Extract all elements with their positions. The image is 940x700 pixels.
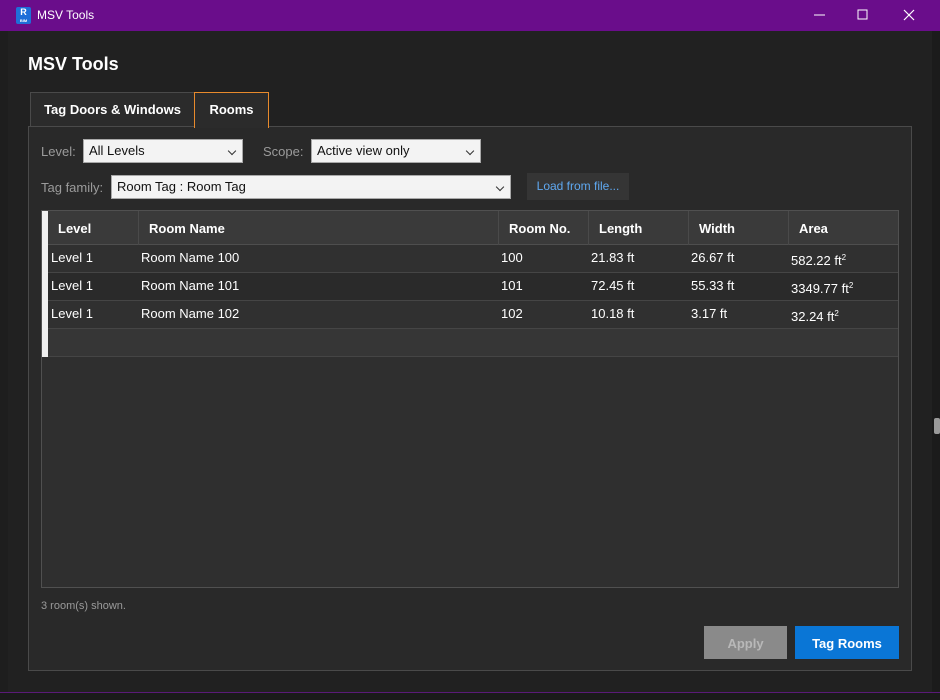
app-icon: R BIM	[16, 7, 31, 24]
rooms-table: Level Room Name Room No. Length Width Ar…	[41, 210, 899, 588]
cell-area-unit-sup: 2	[841, 253, 847, 262]
tab-tag-doors-windows[interactable]: Tag Doors & Windows	[30, 92, 195, 127]
cell-level: Level 1	[51, 278, 93, 293]
cell-room-name: Room Name 102	[141, 306, 240, 321]
cell-room-number: 102	[501, 306, 523, 321]
cell-area-unit-sup: 2	[848, 281, 854, 290]
column-header-area[interactable]: Area	[789, 211, 898, 245]
column-header-room-no[interactable]: Room No.	[499, 211, 589, 245]
cell-area-value: 582.22 ft	[791, 253, 842, 268]
cell-width: 3.17 ft	[691, 306, 728, 321]
table-row[interactable]: Level 1 Room Name 100 100 21.83 ft 26.67…	[48, 245, 898, 273]
column-header-length[interactable]: Length	[589, 211, 689, 245]
table-row[interactable]: Level 1 Room Name 101 101 72.45 ft 55.33…	[48, 273, 898, 301]
cell-area-value: 3349.77 ft	[791, 281, 849, 296]
cell-room-number: 100	[501, 250, 523, 265]
tag-family-dropdown-value: Room Tag : Room Tag	[117, 179, 246, 194]
app-icon-letter: R	[20, 7, 27, 17]
cell-area-unit-sup: 2	[834, 309, 839, 318]
cell-area-value: 32.24 ft	[791, 309, 835, 324]
column-header-level[interactable]: Level	[48, 211, 139, 245]
table-header: Level Room Name Room No. Length Width Ar…	[48, 211, 898, 245]
app-icon-sub: BIM	[19, 18, 28, 23]
scope-dropdown-value: Active view only	[317, 143, 410, 158]
close-button[interactable]	[886, 0, 932, 31]
cell-length: 10.18 ft	[591, 306, 635, 321]
new-row-placeholder[interactable]	[48, 329, 898, 357]
tag-family-label: Tag family:	[41, 180, 104, 195]
chevron-down-icon	[495, 182, 505, 192]
cell-length: 72.45 ft	[591, 278, 635, 293]
status-text: 3 room(s) shown.	[41, 600, 126, 612]
window-border-left	[0, 31, 8, 692]
level-dropdown[interactable]: All Levels	[83, 139, 243, 163]
level-label: Level:	[41, 144, 76, 159]
window-bottom-edge	[0, 692, 940, 700]
maximize-button[interactable]	[840, 0, 886, 31]
tag-family-dropdown[interactable]: Room Tag : Room Tag	[111, 175, 511, 199]
chevron-down-icon	[227, 146, 237, 156]
maximize-icon	[857, 9, 868, 20]
tag-rooms-button[interactable]: Tag Rooms	[795, 626, 899, 659]
load-from-file-button[interactable]: Load from file...	[527, 173, 629, 200]
cell-room-number: 101	[501, 278, 523, 293]
level-dropdown-value: All Levels	[89, 143, 145, 158]
scope-label: Scope:	[263, 144, 304, 159]
cell-level: Level 1	[51, 250, 93, 265]
close-icon	[903, 9, 915, 21]
cell-area: 3349.77 ft2	[791, 273, 853, 301]
cell-level: Level 1	[51, 306, 93, 321]
column-header-room-name[interactable]: Room Name	[139, 211, 499, 245]
table-row[interactable]: Level 1 Room Name 102 102 10.18 ft 3.17 …	[48, 301, 898, 329]
cell-area: 582.22 ft2	[791, 245, 846, 273]
cell-width: 55.33 ft	[691, 278, 735, 293]
page-title: MSV Tools	[28, 54, 119, 74]
window-title: MSV Tools	[37, 8, 95, 22]
apply-button[interactable]: Apply	[704, 626, 787, 659]
cell-area: 32.24 ft2	[791, 301, 839, 329]
chevron-down-icon	[465, 146, 475, 156]
minimize-button[interactable]	[797, 0, 843, 31]
cell-width: 26.67 ft	[691, 250, 735, 265]
scope-dropdown[interactable]: Active view only	[311, 139, 481, 163]
cell-room-name: Room Name 101	[141, 278, 240, 293]
cell-room-name: Room Name 100	[141, 250, 240, 265]
scrollbar-thumb[interactable]	[934, 418, 940, 434]
minimize-icon	[814, 14, 825, 16]
cell-length: 21.83 ft	[591, 250, 635, 265]
column-header-width[interactable]: Width	[689, 211, 789, 245]
title-bar: R BIM MSV Tools	[0, 0, 940, 31]
tab-rooms[interactable]: Rooms	[194, 92, 269, 128]
